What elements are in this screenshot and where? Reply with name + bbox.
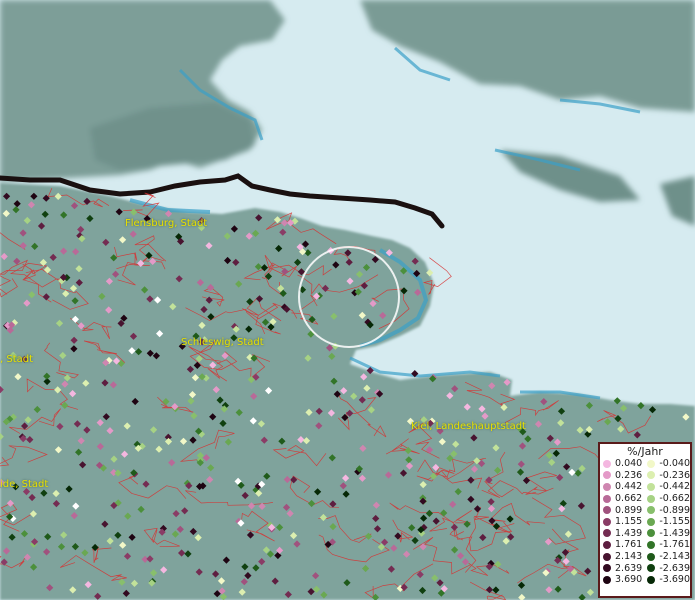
legend-swatch xyxy=(647,471,656,480)
legend-positive-entry: 3.690 xyxy=(600,574,644,585)
legend-row: 0.899 -0.899 xyxy=(600,504,690,516)
legend-swatch xyxy=(647,564,656,573)
legend-swatch xyxy=(603,517,611,526)
legend-swatch xyxy=(603,575,611,584)
legend-negative-entry: -1.761 xyxy=(644,539,690,550)
place-label-left-1: , Stadt xyxy=(0,354,34,365)
legend-row: 1.439 -1.439 xyxy=(600,528,690,540)
legend-swatch xyxy=(647,575,656,584)
legend-negative-entry: -2.639 xyxy=(644,563,690,574)
legend-swatch xyxy=(603,471,611,480)
legend-negative-entry: -2.143 xyxy=(644,551,690,562)
place-label-left-2: ide, Stadt xyxy=(0,479,49,490)
legend-value: 1.155 xyxy=(615,516,643,528)
legend-swatch xyxy=(647,459,656,468)
legend-swatch xyxy=(603,482,611,491)
legend-value: 0.040 xyxy=(615,458,643,470)
legend-swatch xyxy=(603,494,611,503)
legend-value: -0.442 xyxy=(659,481,690,493)
legend-swatch xyxy=(603,564,611,573)
legend-negative-entry: -1.155 xyxy=(644,516,690,527)
legend-value: 3.690 xyxy=(615,574,643,586)
legend-swatch xyxy=(603,552,611,561)
legend-positive-entry: 0.442 xyxy=(600,481,644,492)
legend-negative-entry: -0.040 xyxy=(644,458,690,469)
legend-value: -1.439 xyxy=(659,527,690,539)
legend-value: -0.662 xyxy=(659,493,690,505)
legend-swatch xyxy=(603,540,611,549)
focus-circle xyxy=(298,246,400,348)
legend-value: -0.899 xyxy=(659,504,690,516)
legend-positive-entry: 0.040 xyxy=(600,458,644,469)
legend-value: 1.761 xyxy=(615,539,643,551)
place-label-schleswig: Schleswig, Stadt xyxy=(181,337,264,348)
legend-value: -0.236 xyxy=(659,469,690,481)
legend-positive-entry: 1.439 xyxy=(600,528,644,539)
legend-swatch xyxy=(603,459,611,468)
legend-positive-entry: 0.899 xyxy=(600,505,644,516)
legend-value: 2.143 xyxy=(615,551,643,563)
legend-row: 3.690 -3.690 xyxy=(600,574,690,586)
legend-value: -0.040 xyxy=(659,458,690,470)
legend-positive-entry: 2.143 xyxy=(600,551,644,562)
legend-positive-entry: 1.155 xyxy=(600,516,644,527)
legend-value: -2.143 xyxy=(659,551,690,563)
legend-row: 2.143 -2.143 xyxy=(600,551,690,563)
legend-positive-entry: 1.761 xyxy=(600,539,644,550)
legend-positive-entry: 2.639 xyxy=(600,563,644,574)
legend-swatch xyxy=(647,482,656,491)
legend-value: -2.639 xyxy=(659,562,690,574)
legend-swatch xyxy=(603,529,611,538)
legend-positive-entry: 0.662 xyxy=(600,493,644,504)
legend-negative-entry: -3.690 xyxy=(644,574,690,585)
legend-row: 0.040 -0.040 xyxy=(600,458,690,470)
legend-negative-entry: -1.439 xyxy=(644,528,690,539)
legend-row: 2.639 -2.639 xyxy=(600,562,690,574)
legend-swatch xyxy=(647,506,656,515)
legend-value: -1.155 xyxy=(659,516,690,528)
legend-value: 0.442 xyxy=(615,481,643,493)
legend-value: -1.761 xyxy=(659,539,690,551)
legend-row: 0.236 -0.236 xyxy=(600,470,690,482)
map-legend: %/Jahr 0.040 -0.040 0.236 -0.236 0.442 -0.442… xyxy=(598,442,692,598)
legend-negative-entry: -0.662 xyxy=(644,493,690,504)
legend-swatch xyxy=(647,529,656,538)
legend-negative-entry: -0.899 xyxy=(644,505,690,516)
legend-value: 0.236 xyxy=(615,469,643,481)
legend-swatch xyxy=(603,506,611,515)
legend-negative-entry: -0.442 xyxy=(644,481,690,492)
legend-row: 0.662 -0.662 xyxy=(600,493,690,505)
legend-value: 2.639 xyxy=(615,562,643,574)
legend-title: %/Jahr xyxy=(627,445,663,458)
legend-row: 0.442 -0.442 xyxy=(600,481,690,493)
legend-value: 0.662 xyxy=(615,493,643,505)
legend-swatch xyxy=(647,494,656,503)
place-label-kiel: Kiel, Landeshauptstadt xyxy=(411,421,526,432)
legend-swatch xyxy=(647,517,656,526)
place-label-flensburg: Flensburg, Stadt xyxy=(125,218,208,229)
legend-value: -3.690 xyxy=(659,574,690,586)
legend-swatch xyxy=(647,552,656,561)
legend-value: 0.899 xyxy=(615,504,643,516)
legend-row: 1.761 -1.761 xyxy=(600,539,690,551)
legend-negative-entry: -0.236 xyxy=(644,470,690,481)
legend-positive-entry: 0.236 xyxy=(600,470,644,481)
legend-swatch xyxy=(647,540,656,549)
legend-row: 1.155 -1.155 xyxy=(600,516,690,528)
legend-value: 1.439 xyxy=(615,527,643,539)
